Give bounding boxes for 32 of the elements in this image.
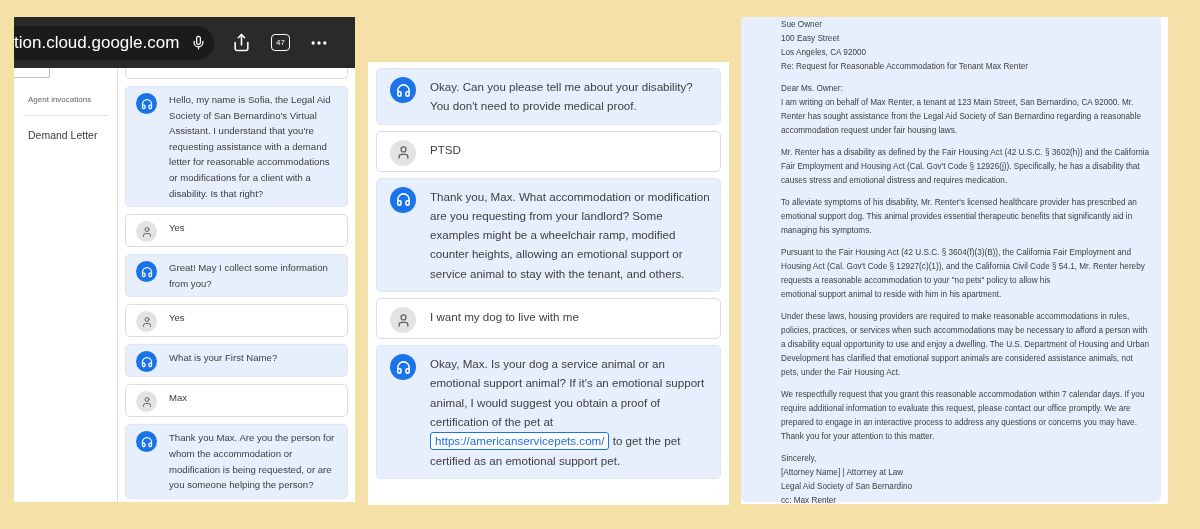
closing-line: Sincerely, (781, 453, 818, 465)
website-link[interactable]: https://americanservicepets.com/ (430, 432, 610, 451)
message-text: Okay, Max. Is your dog a service animal or an emotional support animal? If it's an emotional support animal, I would suggest you obtain a proof of certification of the pet at https://americanservicepets.com/ to get the pet certified as an emotional support pet. (430, 357, 705, 467)
message-text: Thank you Max. Are you the person for whom the accommodation or modification is being requested, or are you someone helping the person? (169, 432, 335, 491)
address-line: Sue Owner (781, 19, 823, 31)
tab-count[interactable]: 47 (271, 34, 290, 51)
closing-line: Legal Aid Society of San Bernardino (781, 481, 914, 493)
message-text: Great! May I collect some information from you? (169, 262, 328, 289)
section-label: Agent invocations (28, 94, 93, 106)
letter-paragraph: Mr. Renter has a disability as defined by the Fair Housing Act (42 U.S.C. § 3602(h)) and the California Fair Employment and Housing Act (Cal. Gov't Code § 12926(j)). Specifically, he has a disability that causes stress and emotional distress and requires medication. (781, 147, 1151, 187)
message-text: Yes (169, 222, 185, 234)
address-line: 100 Easy Street (781, 33, 841, 45)
letter-paragraph: Under these laws, housing providers are required to make reasonable accommodations in rules, policies, practices, or services when such accommodations may be necessary to afford a person with a disability equal opportunity to use and enjoy a dwelling. The U.S. Department of Housing and Urban Development has clarified that emotional support animals are considered assistance animals, not pets, under the Fair Housing Act. (781, 311, 1151, 379)
address-field[interactable]: tion.cloud.google.com (14, 25, 214, 60)
address-line: Los Angeles, CA 92000 (781, 47, 868, 59)
closing-line: cc: Max Renter (781, 495, 838, 507)
message-text: Hello, my name is Sofia, the Legal Aid Society of San Bernardino's Virtual Assistant. I understand that you're requesting assistance with a demand letter for reasonable accommodations or modifications for a client with a disability. Is that right? (169, 94, 331, 199)
message-text: I want my dog to live with me (430, 310, 579, 324)
letter-paragraph: I am writing on behalf of Max Renter, a tenant at 123 Main Street, San Bernardino, CA 92000. Mr. Renter has sought assistance from the Legal Aid Society of San Bernardino regarding a reasonable accommodation request under fair housing laws. (781, 97, 1143, 137)
message-text: Max (169, 392, 188, 404)
message-text: What is your First Name? (169, 352, 278, 364)
letter-paragraph: emotional support animal to reside with him in his apartment. (781, 289, 1003, 301)
salutation: Dear Ms. Owner: (781, 83, 844, 95)
letter-paragraph: To alleviate symptoms of his disability, Mr. Renter's licensed healthcare provider has prescribed an emotional support dog. This animal provides essential therapeutic benefits that significantly aid in managing his symptoms. (781, 197, 1138, 237)
message-text: Thank you, Max. What accommodation or modification are you requesting from your landlord? Some examples might be a wheelchair ramp, modified counter heights, allowing an emotional support or service animal to stay with the tenant, and others. (430, 189, 710, 280)
address-line: Re: Request for Reasonable Accommodation for Tenant Max Renter (781, 61, 1029, 73)
letter-paragraph: We respectfully request that you grant this reasonable accommodation within 7 calendar days. If you require additional information to evaluate this request, please contact our office promptly. We are prepared to engage in an interactive process to address any questions or concerns you may have. Thank you for your attention to this matter. (781, 389, 1146, 443)
message-text: Okay. Can you please tell me about your disability? You don't need to provide medical proof. (430, 80, 693, 113)
message-text: Yes (169, 312, 185, 324)
sidebar-item[interactable]: Demand Letter (28, 128, 117, 144)
closing-line: [Attorney Name] | Attorney at Law (781, 467, 905, 479)
message-text: PTSD (430, 142, 461, 156)
